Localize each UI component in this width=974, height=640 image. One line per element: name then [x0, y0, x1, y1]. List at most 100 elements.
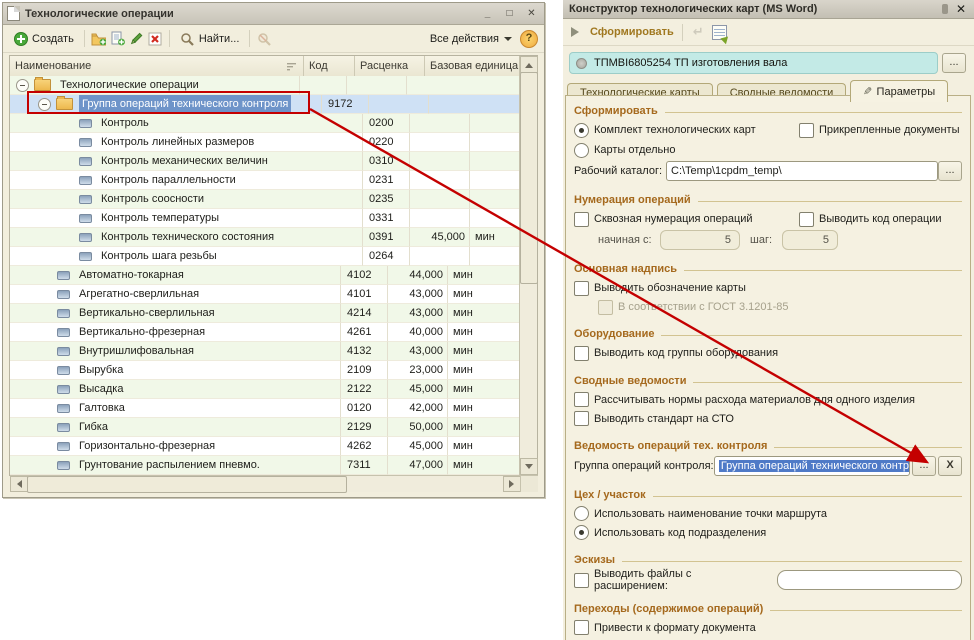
radio-use-route-point-name[interactable]: Использовать наименование точки маршрута	[574, 506, 827, 521]
section-transitions: Переходы (содержимое операций)	[574, 600, 962, 618]
table-row[interactable]: Гибка212950,000мин	[10, 418, 537, 437]
undo-arrow-icon[interactable]: ↵	[691, 25, 706, 40]
extension-field[interactable]	[777, 570, 962, 590]
plus-circle-icon	[13, 31, 28, 46]
delete-button[interactable]	[148, 31, 163, 46]
column-header-code[interactable]: Код	[304, 56, 355, 76]
maximize-button[interactable]: □	[501, 6, 518, 21]
checkbox-print-equipment-group-code[interactable]: Выводить код группы оборудования	[574, 346, 778, 361]
checkbox-print-files-with-extension[interactable]: Выводить файлы с расширением:	[574, 568, 767, 592]
table-row[interactable]: Контроль технического состояния039145,00…	[10, 228, 537, 247]
table-row[interactable]: Горизонтально-фрезерная426245,000мин	[10, 437, 537, 456]
table-row[interactable]: Контроль0200	[10, 114, 537, 133]
row-name: Грунтование распылением пневмо.	[76, 456, 263, 474]
scroll-down-button[interactable]	[520, 458, 538, 475]
control-group-field[interactable]: Группа операций технического контроля	[714, 456, 910, 476]
table-row[interactable]: Контроль механических величин0310	[10, 152, 537, 171]
table-row[interactable]: Вырубка210923,000мин	[10, 361, 537, 380]
vertical-scrollbar[interactable]	[519, 56, 537, 475]
tab-parameters[interactable]: ✎ Параметры	[850, 80, 948, 102]
row-name: Технологические операции	[57, 76, 202, 94]
table-row[interactable]: Контроль параллельности0231	[10, 171, 537, 190]
checkbox-convert-to-doc-format[interactable]: Привести к формату документа	[574, 620, 756, 635]
all-actions-button[interactable]: Все действия	[426, 31, 516, 47]
table-row[interactable]: Вертикально-сверлильная421443,000мин	[10, 304, 537, 323]
cell-code: 0391	[363, 228, 410, 247]
table-row[interactable]: Контроль соосности0235	[10, 190, 537, 209]
create-button[interactable]: Создать	[9, 29, 78, 48]
cell-name: Технологические операции	[10, 76, 300, 95]
close-button[interactable]: ✕	[523, 6, 540, 21]
table-row[interactable]: Технологические операции	[10, 76, 537, 95]
column-header-rate[interactable]: Расценка	[355, 56, 425, 76]
copy-button[interactable]	[110, 31, 125, 46]
cell-name: Контроль соосности	[10, 190, 363, 209]
table-row[interactable]: Автоматно-токарная410244,000мин	[10, 266, 537, 285]
operation-icon	[57, 328, 70, 337]
cell-rate	[410, 133, 470, 152]
vertical-scroll-thumb[interactable]	[520, 72, 538, 284]
edit-pencil-button[interactable]	[129, 31, 144, 46]
table-row[interactable]: Контроль температуры0331	[10, 209, 537, 228]
work-dir-field[interactable]: C:\Temp\1cpdm_temp\	[666, 161, 938, 181]
checkbox-print-sto-standard[interactable]: Выводить стандарт на СТО	[574, 411, 734, 426]
start-from-field[interactable]: 5	[660, 230, 740, 250]
control-group-browse-button[interactable]: ...	[912, 456, 936, 476]
radio-cards-separately[interactable]: Карты отдельно	[574, 143, 675, 158]
export-document-icon[interactable]	[712, 25, 727, 40]
horizontal-scroll-thumb[interactable]	[27, 476, 347, 493]
cell-rate	[410, 190, 470, 209]
section-sketches: Эскизы	[574, 551, 962, 569]
table-row[interactable]: Группа операций технического контроля917…	[10, 95, 537, 114]
control-group-label: Группа операций контроля:	[574, 460, 714, 472]
checkbox-attached-documents[interactable]: Прикрепленные документы	[799, 123, 960, 138]
help-button[interactable]: ?	[520, 30, 538, 48]
close-button[interactable]: ✕	[954, 2, 968, 16]
pin-icon[interactable]	[942, 4, 948, 14]
cell-code: 0120	[341, 399, 388, 418]
table-row[interactable]: Грунтование распылением пневмо.731147,00…	[10, 456, 537, 475]
panel-toolbar: Сформировать ↵	[563, 19, 974, 46]
checkbox-print-card-designation[interactable]: Выводить обозначение карты	[574, 281, 746, 296]
checkbox-icon	[574, 573, 589, 588]
operation-icon	[79, 138, 92, 147]
scroll-left-button[interactable]	[10, 476, 28, 492]
cell-name: Контроль линейных размеров	[10, 133, 363, 152]
collapse-icon[interactable]	[38, 98, 51, 111]
separator	[682, 24, 683, 41]
row-name: Контроль соосности	[98, 190, 207, 208]
section-summary-sheets: Сводные ведомости	[574, 372, 962, 390]
checkbox-print-op-code[interactable]: Выводить код операции	[799, 212, 942, 227]
clear-find-button[interactable]	[256, 31, 271, 46]
radio-use-department-code[interactable]: Использовать код подразделения	[574, 525, 766, 540]
table-row[interactable]: Контроль линейных размеров0220	[10, 133, 537, 152]
find-button[interactable]: Найти...	[176, 29, 244, 48]
row-name: Вертикально-сверлильная	[76, 304, 218, 322]
add-group-button[interactable]	[91, 31, 106, 46]
table-row[interactable]: Вертикально-фрезерная426140,000мин	[10, 323, 537, 342]
checkbox-through-numbering[interactable]: Сквозная нумерация операций	[574, 212, 753, 227]
table-row[interactable]: Галтовка012042,000мин	[10, 399, 537, 418]
scroll-right-button[interactable]	[503, 476, 521, 492]
control-group-clear-button[interactable]: X	[938, 456, 962, 476]
document-field[interactable]: ТПМВI6805254 ТП изготовления вала	[569, 52, 938, 74]
table-row[interactable]: Агрегатно-сверлильная410143,000мин	[10, 285, 537, 304]
table-row[interactable]: Контроль шага резьбы0264	[10, 247, 537, 266]
window-titlebar[interactable]: Технологические операции _ □ ✕	[3, 3, 544, 25]
scroll-up-button[interactable]	[520, 56, 538, 73]
scroll-corner	[520, 475, 538, 492]
horizontal-scrollbar[interactable]	[10, 475, 520, 492]
generate-button[interactable]: Сформировать	[590, 26, 674, 38]
panel-titlebar[interactable]: Конструктор технологических карт (MS Wor…	[563, 0, 974, 19]
collapse-icon[interactable]	[16, 79, 29, 92]
table-row[interactable]: Внутришлифовальная413243,000мин	[10, 342, 537, 361]
minimize-button[interactable]: _	[479, 6, 496, 21]
column-header-name[interactable]: Наименование	[10, 56, 304, 76]
work-dir-browse-button[interactable]: ...	[938, 161, 962, 181]
sort-icon[interactable]	[287, 62, 298, 71]
step-field[interactable]: 5	[782, 230, 838, 250]
document-browse-button[interactable]: ...	[942, 53, 966, 73]
checkbox-calc-material-norms[interactable]: Рассчитывать нормы расхода материалов дл…	[574, 392, 915, 407]
radio-complete-set[interactable]: Комплект технологических карт	[574, 123, 756, 138]
table-row[interactable]: Высадка212245,000мин	[10, 380, 537, 399]
